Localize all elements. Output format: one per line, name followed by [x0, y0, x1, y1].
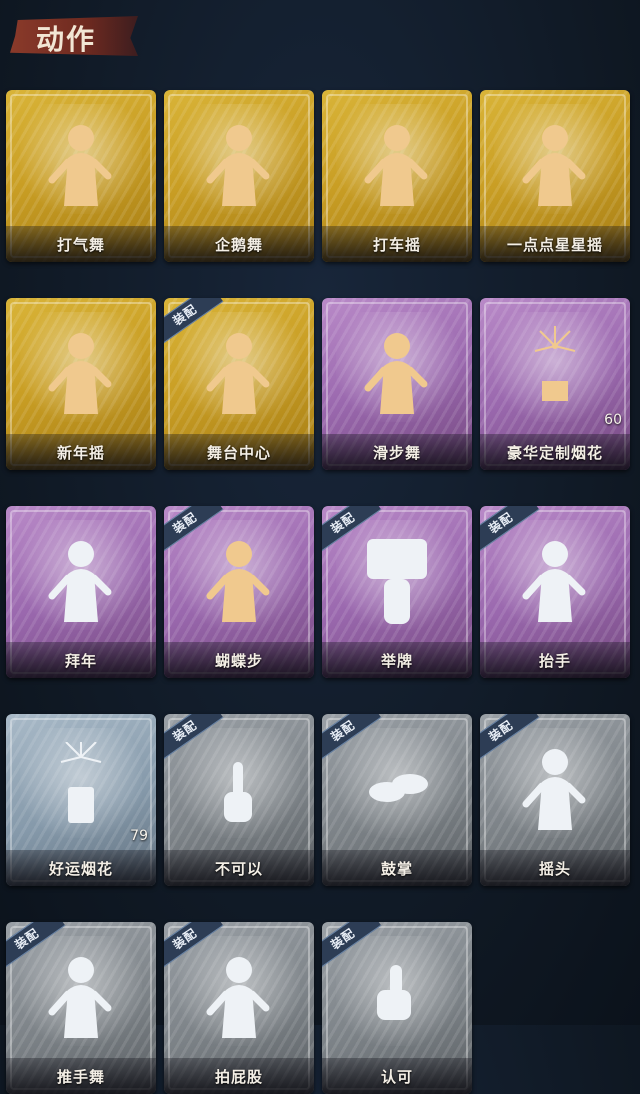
card-label-bar: 拜年: [6, 642, 156, 678]
card-label-bar: 一点点星星摇: [480, 226, 630, 262]
card-label-bar: 拍屁股: [164, 1058, 314, 1094]
card-label-bar: 新年摇: [6, 434, 156, 470]
card-label-bar: 蝴蝶步: [164, 642, 314, 678]
emote-card[interactable]: 装配 舞台中心: [164, 298, 314, 470]
emote-label: 推手舞: [56, 1067, 105, 1086]
sign-holding-figure-icon: [367, 539, 427, 624]
emote-card[interactable]: 装配 举牌: [322, 506, 472, 678]
emote-card[interactable]: 装配 抬手: [480, 506, 630, 678]
emote-card[interactable]: 企鹅舞: [164, 90, 314, 262]
emote-label: 打气舞: [56, 235, 105, 254]
emote-card[interactable]: 打气舞: [6, 90, 156, 262]
emote-label: 蝴蝶步: [214, 651, 263, 670]
emote-card[interactable]: 滑步舞: [322, 298, 472, 470]
item-count: 79: [130, 828, 148, 844]
raise-hand-figure-icon: [522, 541, 586, 622]
card-label-bar: 打车摇: [322, 226, 472, 262]
dance-figure-icon: [206, 333, 270, 414]
card-label-bar: 推手舞: [6, 1058, 156, 1094]
emote-card[interactable]: 装配 蝴蝶步: [164, 506, 314, 678]
dance-figure-icon: [206, 125, 270, 206]
dance-figure-icon: [364, 125, 428, 206]
emote-card[interactable]: 装配 摇头: [480, 714, 630, 886]
point-figure-icon: [206, 541, 270, 622]
head-shake-figure-icon: [522, 749, 586, 830]
emote-card[interactable]: 79 好运烟花: [6, 714, 156, 886]
emote-label: 认可: [380, 1067, 413, 1086]
emote-label: 举牌: [380, 651, 413, 670]
card-label-bar: 鼓掌: [322, 850, 472, 886]
card-label-bar: 滑步舞: [322, 434, 472, 470]
emote-label: 企鹅舞: [214, 235, 263, 254]
emote-label: 摇头: [538, 859, 571, 878]
emote-card[interactable]: 新年摇: [6, 298, 156, 470]
emote-label: 鼓掌: [380, 859, 413, 878]
emote-card[interactable]: 装配 认可: [322, 922, 472, 1094]
emote-grid: 打气舞 企鹅舞 打车摇 一点点星星摇新年摇 装配 舞台中心滑步舞 60 豪华定制烟花拜年 装配蝴…: [6, 90, 630, 1094]
firework-can-icon: [60, 742, 102, 823]
item-count: 60: [604, 412, 622, 428]
card-label-bar: 抬手: [480, 642, 630, 678]
butt-slap-figure-icon: [206, 957, 270, 1038]
emote-label: 豪华定制烟花: [506, 443, 603, 462]
emote-label: 好运烟花: [48, 859, 113, 878]
emote-card[interactable]: 装配 推手舞: [6, 922, 156, 1094]
page-title: 动作: [10, 12, 140, 60]
card-label-bar: 企鹅舞: [164, 226, 314, 262]
finger-wag-icon: [224, 762, 252, 822]
dance-figure-icon: [48, 125, 112, 206]
page-title-text: 动作: [36, 23, 97, 56]
card-label-bar: 不可以: [164, 850, 314, 886]
firework-box-icon: [534, 326, 576, 401]
dance-figure-icon: [522, 125, 586, 206]
thumbs-up-icon: [377, 965, 411, 1020]
card-label-bar: 舞台中心: [164, 434, 314, 470]
push-dance-figure-icon: [48, 957, 112, 1038]
emote-card[interactable]: 装配 拍屁股: [164, 922, 314, 1094]
emote-label: 不可以: [214, 859, 263, 878]
emote-label: 新年摇: [56, 443, 105, 462]
card-label-bar: 摇头: [480, 850, 630, 886]
dance-figure-icon: [48, 333, 112, 414]
emote-label: 一点点星星摇: [506, 235, 603, 254]
card-label-bar: 认可: [322, 1058, 472, 1094]
card-label-bar: 豪华定制烟花: [480, 434, 630, 470]
emote-label: 拜年: [64, 651, 97, 670]
card-label-bar: 举牌: [322, 642, 472, 678]
emote-label: 舞台中心: [206, 443, 271, 462]
clap-hands-icon: [369, 774, 428, 802]
dance-figure-icon: [364, 333, 428, 414]
emote-label: 打车摇: [372, 235, 421, 254]
card-label-bar: 打气舞: [6, 226, 156, 262]
emote-card[interactable]: 拜年: [6, 506, 156, 678]
emote-card[interactable]: 装配 不可以: [164, 714, 314, 886]
emote-label: 抬手: [538, 651, 571, 670]
card-label-bar: 好运烟花: [6, 850, 156, 886]
emote-card[interactable]: 60 豪华定制烟花: [480, 298, 630, 470]
emote-label: 拍屁股: [214, 1067, 263, 1086]
emote-card[interactable]: 打车摇: [322, 90, 472, 262]
emote-card[interactable]: 装配 鼓掌: [322, 714, 472, 886]
bow-figure-icon: [48, 541, 112, 622]
emote-label: 滑步舞: [372, 443, 421, 462]
emote-card[interactable]: 一点点星星摇: [480, 90, 630, 262]
